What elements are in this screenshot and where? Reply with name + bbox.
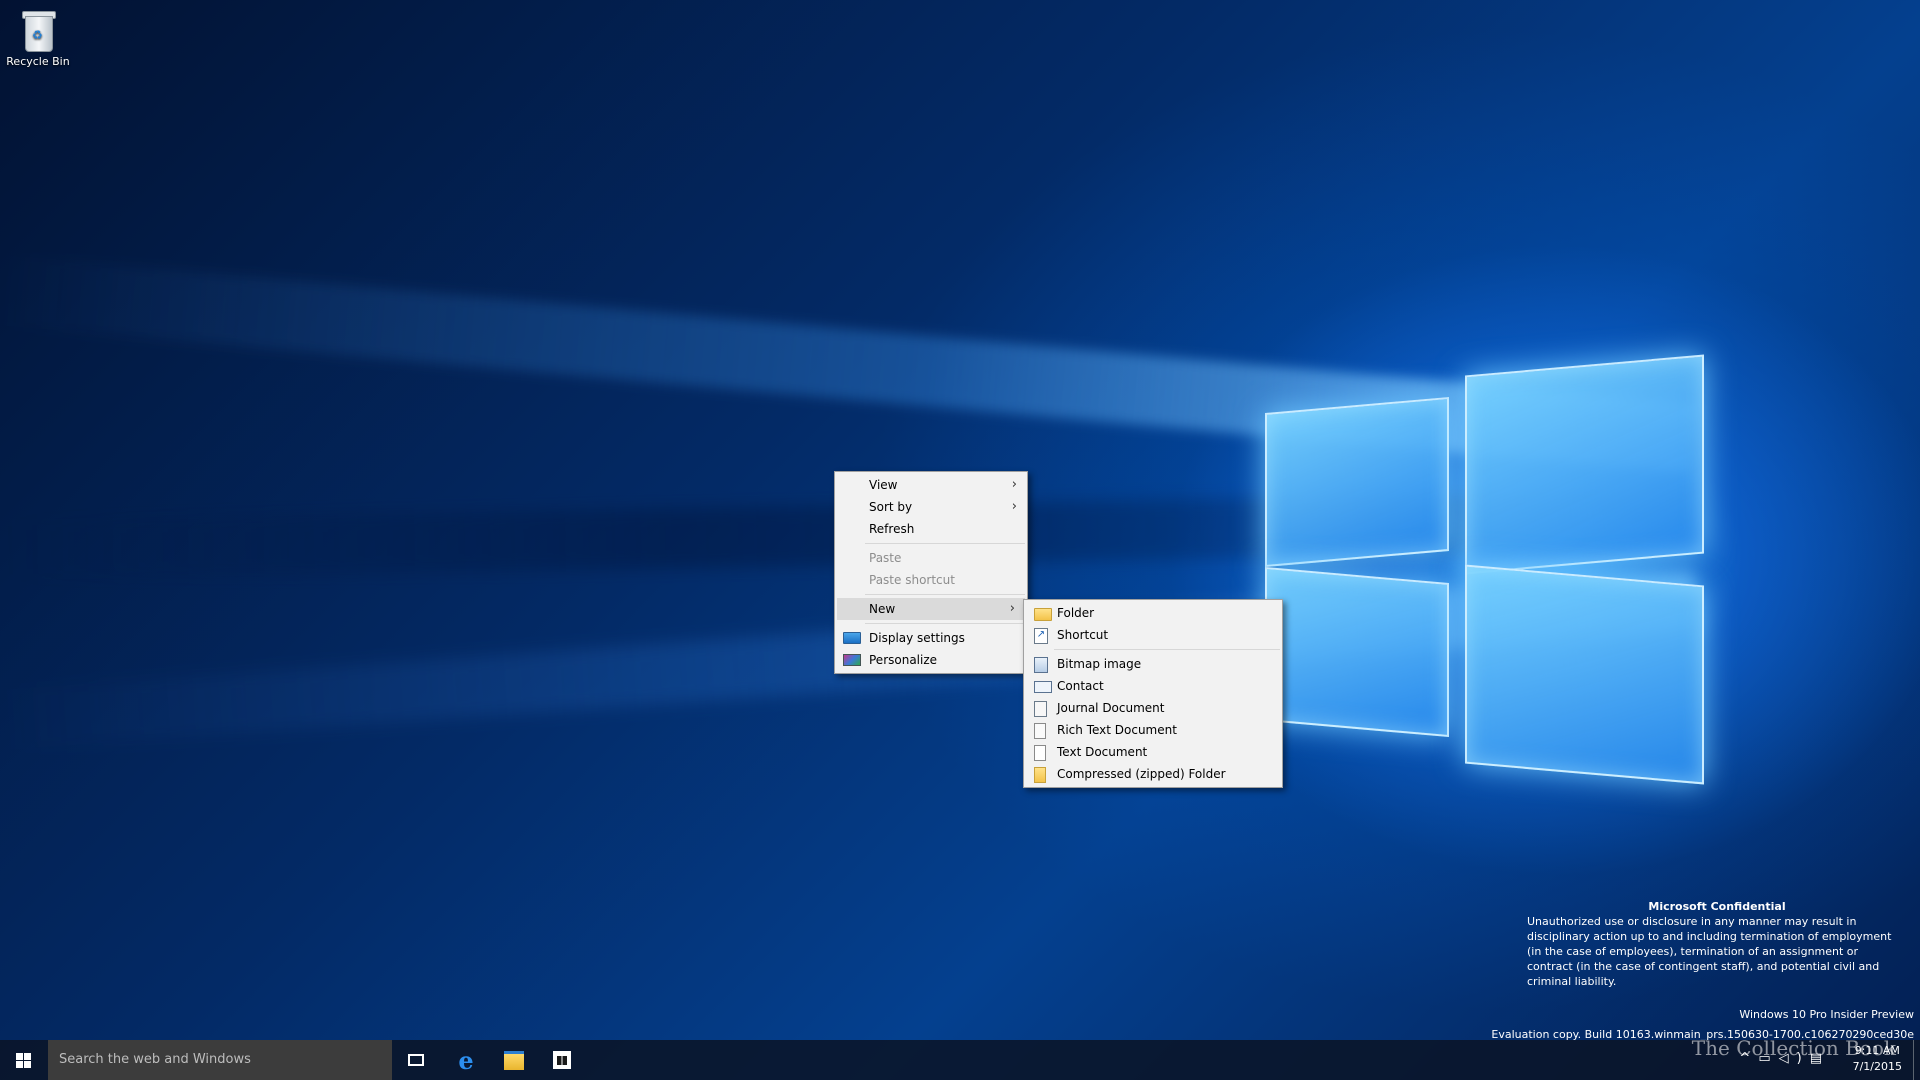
rich-text-icon (1034, 723, 1046, 739)
contact-icon (1034, 681, 1052, 693)
show-desktop-button[interactable] (1913, 1040, 1920, 1080)
new-item-zip-folder[interactable]: Compressed (zipped) Folder (1024, 763, 1282, 785)
menu-item-new[interactable]: New › (837, 598, 1025, 620)
new-item-journal[interactable]: Journal Document (1024, 697, 1282, 719)
menu-separator (865, 594, 1025, 595)
recycle-bin-icon: ♻ (19, 8, 57, 52)
chevron-right-icon: › (1011, 477, 1017, 492)
menu-separator (1054, 649, 1280, 650)
search-box[interactable]: Search the web and Windows (48, 1040, 392, 1080)
logo-pane-bottom-right (1465, 564, 1704, 785)
desktop-context-menu: View › Sort by › Refresh Paste Paste sho… (834, 471, 1028, 674)
menu-item-label: Journal Document (1057, 701, 1165, 715)
menu-item-paste-shortcut: Paste shortcut (835, 569, 1027, 591)
confidential-title: Microsoft Confidential (1648, 900, 1786, 913)
site-watermark: The Collection Book (1691, 1036, 1896, 1060)
desktop-icon-recycle-bin[interactable]: ♻ Recycle Bin (4, 8, 72, 68)
menu-item-label: Display settings (869, 631, 965, 645)
zip-folder-icon (1034, 767, 1046, 783)
clock-date: 7/1/2015 (1852, 1060, 1902, 1073)
windows-logo-wallpaper (1265, 345, 1705, 790)
logo-pane-top-left (1265, 396, 1449, 568)
store-button[interactable] (538, 1040, 586, 1080)
desktop-icon-label: Recycle Bin (6, 55, 70, 68)
menu-item-refresh[interactable]: Refresh (835, 518, 1027, 540)
confidential-notice: Microsoft Confidential Unauthorized use … (1527, 899, 1907, 989)
personalize-icon (843, 654, 861, 666)
search-placeholder: Search the web and Windows (59, 1052, 251, 1067)
file-explorer-icon (504, 1050, 524, 1070)
folder-icon (1034, 608, 1052, 621)
menu-item-sort-by[interactable]: Sort by › (835, 496, 1027, 518)
logo-pane-top-right (1465, 354, 1704, 575)
menu-item-label: Shortcut (1057, 628, 1109, 642)
menu-item-label: Refresh (869, 522, 915, 536)
chevron-right-icon: › (1009, 601, 1015, 616)
taskbar: Search the web and Windows e ^▭◁)▤ 9:11 … (0, 1040, 1920, 1080)
new-item-folder[interactable]: Folder (1024, 602, 1282, 624)
new-item-contact[interactable]: Contact (1024, 675, 1282, 697)
new-item-rich-text[interactable]: Rich Text Document (1024, 719, 1282, 741)
text-document-icon (1034, 745, 1046, 761)
menu-separator (865, 623, 1025, 624)
shortcut-icon: ↗ (1034, 628, 1048, 644)
menu-item-label: Rich Text Document (1057, 723, 1177, 737)
menu-item-label: Contact (1057, 679, 1104, 693)
new-item-text-document[interactable]: Text Document (1024, 741, 1282, 763)
menu-item-label: New (869, 602, 896, 616)
logo-pane-bottom-left (1265, 566, 1449, 738)
display-settings-icon (843, 632, 861, 644)
menu-separator (865, 543, 1025, 544)
menu-item-label: Sort by (869, 500, 913, 514)
new-item-shortcut[interactable]: ↗ Shortcut (1024, 624, 1282, 646)
edge-icon: e (458, 1045, 474, 1075)
menu-item-display-settings[interactable]: Display settings (835, 627, 1027, 649)
menu-item-label: Bitmap image (1057, 657, 1142, 671)
menu-item-label: Paste (869, 551, 902, 565)
windows-start-icon (15, 1052, 31, 1068)
confidential-body: Unauthorized use or disclosure in any ma… (1527, 915, 1892, 988)
menu-item-paste: Paste (835, 547, 1027, 569)
journal-icon (1034, 701, 1047, 717)
menu-item-view[interactable]: View › (835, 474, 1027, 496)
menu-item-label: Folder (1057, 606, 1095, 620)
edge-button[interactable]: e (442, 1040, 490, 1080)
edition-text: Windows 10 Pro Insider Preview (1739, 1008, 1914, 1021)
task-view-icon (408, 1054, 424, 1066)
start-button[interactable] (0, 1040, 46, 1080)
menu-item-personalize[interactable]: Personalize (835, 649, 1027, 671)
task-view-button[interactable] (392, 1040, 440, 1080)
chevron-right-icon: › (1011, 499, 1017, 514)
new-item-bitmap[interactable]: Bitmap image (1024, 653, 1282, 675)
menu-item-label: Personalize (869, 653, 938, 667)
menu-item-label: View (869, 478, 898, 492)
bitmap-icon (1034, 657, 1048, 673)
file-explorer-button[interactable] (490, 1040, 538, 1080)
menu-item-label: Paste shortcut (869, 573, 955, 587)
new-submenu: Folder ↗ Shortcut Bitmap image Contact J… (1023, 599, 1283, 788)
store-icon (553, 1051, 571, 1069)
menu-item-label: Compressed (zipped) Folder (1057, 767, 1226, 781)
menu-item-label: Text Document (1057, 745, 1148, 759)
